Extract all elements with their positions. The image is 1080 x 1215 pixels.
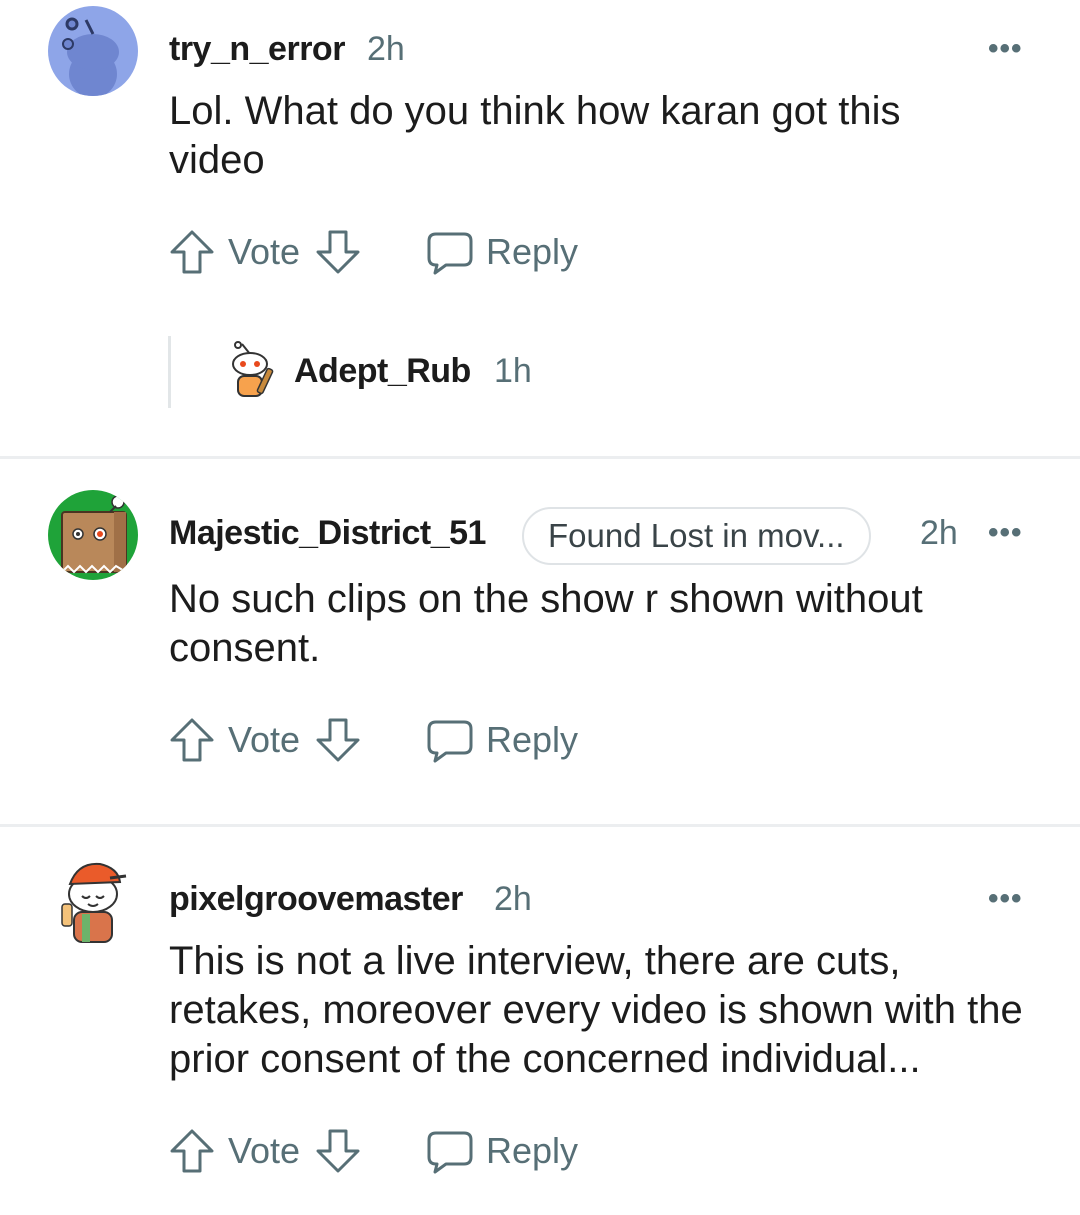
- reply-label: Reply: [486, 231, 579, 272]
- reply-label: Reply: [486, 719, 579, 760]
- comment-body: No such clips on the show r shown withou…: [169, 577, 923, 670]
- downvote-arrow-icon: [316, 230, 360, 274]
- comment-username[interactable]: Majestic_District_51: [169, 514, 486, 553]
- thread-line[interactable]: [168, 336, 171, 408]
- comment-username[interactable]: pixelgroovemaster: [169, 880, 463, 919]
- vote-label: Vote: [228, 719, 301, 760]
- downvote-arrow-icon: [316, 1129, 360, 1173]
- upvote-button[interactable]: Vote: [168, 1127, 300, 1175]
- comment-username[interactable]: try_n_error: [169, 30, 345, 69]
- reply-time: 1h: [494, 352, 532, 390]
- avatar[interactable]: [48, 6, 138, 96]
- vote-label: Vote: [228, 1130, 301, 1171]
- divider: [0, 456, 1080, 459]
- comment-time: 2h: [920, 514, 958, 552]
- upvote-button[interactable]: Vote: [168, 716, 300, 764]
- snoo-avatar-icon: [232, 341, 274, 397]
- downvote-button[interactable]: [314, 716, 362, 764]
- avatar[interactable]: [218, 340, 282, 404]
- comment-body: Lol. What do you think how karan got thi…: [169, 89, 901, 182]
- divider: [0, 824, 1080, 827]
- more-options-icon[interactable]: •••: [988, 32, 1023, 66]
- avatar[interactable]: [48, 854, 138, 950]
- more-options-icon[interactable]: •••: [988, 516, 1023, 550]
- reply-username[interactable]: Adept_Rub: [294, 352, 471, 391]
- downvote-button[interactable]: [314, 1127, 362, 1175]
- upvote-arrow-icon: [170, 718, 214, 762]
- reply-bubble-icon: [427, 1131, 473, 1174]
- upvote-button[interactable]: Vote: [168, 228, 300, 276]
- comment-body: This is not a live interview, there are …: [169, 939, 1023, 1081]
- more-options-icon[interactable]: •••: [988, 882, 1023, 916]
- user-flair: Found Lost in mov...: [522, 507, 871, 565]
- reply-bubble-icon: [427, 720, 473, 763]
- avatar[interactable]: [48, 490, 138, 580]
- upvote-arrow-icon: [170, 1129, 214, 1173]
- reply-button[interactable]: Reply: [426, 1127, 578, 1175]
- cap-avatar-icon: [61, 862, 127, 943]
- comment-time: 2h: [494, 880, 532, 918]
- paper-bag-avatar-icon: [61, 495, 127, 574]
- downvote-button[interactable]: [314, 228, 362, 276]
- comment-time: 2h: [367, 30, 405, 68]
- upvote-arrow-icon: [170, 230, 214, 274]
- reply-button[interactable]: Reply: [426, 716, 578, 764]
- reply-button[interactable]: Reply: [426, 228, 578, 276]
- reply-label: Reply: [486, 1130, 579, 1171]
- snoo-avatar-icon: [62, 17, 119, 96]
- reply-bubble-icon: [427, 232, 473, 275]
- vote-label: Vote: [228, 231, 301, 272]
- downvote-arrow-icon: [316, 718, 360, 762]
